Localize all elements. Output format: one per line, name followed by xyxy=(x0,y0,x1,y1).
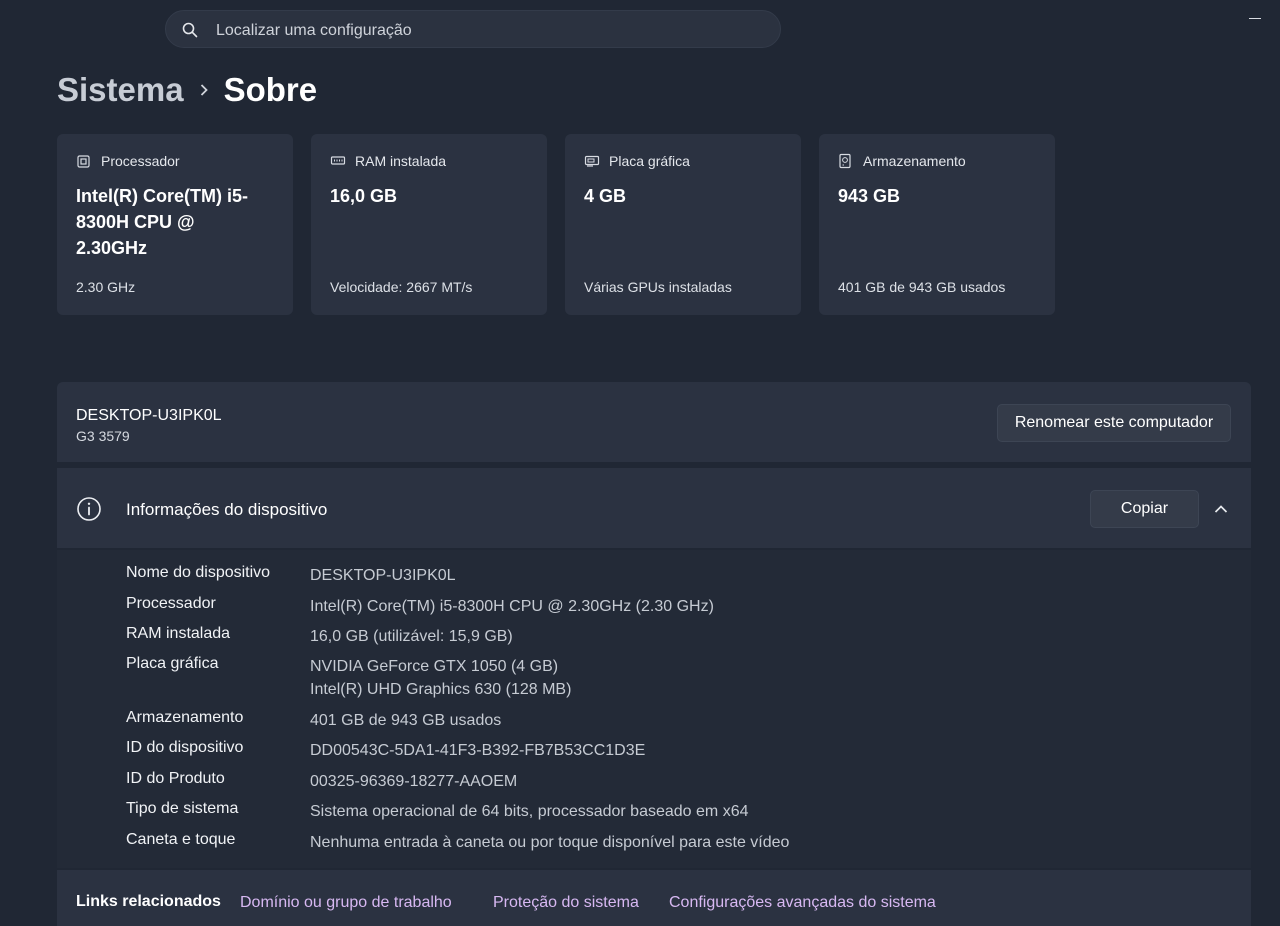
link-system-protection[interactable]: Proteção do sistema xyxy=(493,894,639,912)
detail-label: Processador xyxy=(126,595,216,612)
detail-value[interactable]: NVIDIA GeForce GTX 1050 (4 GB) xyxy=(310,655,1210,678)
graphics-card-icon xyxy=(584,152,602,170)
page-title: Sobre xyxy=(223,71,318,108)
detail-label: Nome do dispositivo xyxy=(126,564,271,581)
related-links-bar: Links relacionados Domínio ou grupo de t… xyxy=(57,870,1251,926)
link-advanced-system-settings[interactable]: Configurações avançadas do sistema xyxy=(669,894,936,912)
settings-window: Sistema Sobre Processador Intel(R) Core(… xyxy=(0,0,1280,926)
detail-value[interactable]: DD00543C-5DA1-41F3-B392-FB7B53CC1D3E xyxy=(310,739,1210,762)
detail-value[interactable]: 401 GB de 943 GB usados xyxy=(310,709,1210,732)
detail-label: ID do dispositivo xyxy=(126,739,244,756)
computer-name-row: DESKTOP-U3IPK0L G3 3579 Renomear este co… xyxy=(57,382,1251,462)
detail-value[interactable]: Intel(R) Core(TM) i5-8300H CPU @ 2.30GHz… xyxy=(310,595,1210,618)
spec-sub: 2.30 GHz xyxy=(76,279,136,295)
ram-icon xyxy=(330,152,348,170)
rename-computer-button[interactable]: Renomear este computador xyxy=(997,404,1231,442)
search-icon xyxy=(182,22,198,38)
detail-value[interactable]: DESKTOP-U3IPK0L xyxy=(310,564,1210,587)
spec-title: Armazenamento xyxy=(863,153,966,169)
spec-sub: 401 GB de 943 GB usados xyxy=(838,279,1006,295)
computer-model: G3 3579 xyxy=(76,428,130,444)
device-info-header[interactable]: Informações do dispositivo Copiar xyxy=(57,468,1251,548)
detail-value[interactable]: Intel(R) UHD Graphics 630 (128 MB) xyxy=(310,678,1210,701)
related-links-label: Links relacionados xyxy=(76,893,221,910)
search-input[interactable] xyxy=(214,19,738,43)
spec-card-ram: RAM instalada 16,0 GB Velocidade: 2667 M… xyxy=(311,134,547,315)
breadcrumb: Sistema Sobre xyxy=(57,70,317,110)
copy-button[interactable]: Copiar xyxy=(1090,490,1199,528)
detail-value[interactable]: Nenhuma entrada à caneta ou por toque di… xyxy=(310,831,1210,854)
detail-value[interactable]: Sistema operacional de 64 bits, processa… xyxy=(310,800,1210,823)
spec-value: 943 GB xyxy=(838,186,901,206)
spec-card-processor: Processador Intel(R) Core(TM) i5-8300H C… xyxy=(57,134,293,315)
spec-card-storage: Armazenamento 943 GB 401 GB de 943 GB us… xyxy=(819,134,1055,315)
minimize-button[interactable] xyxy=(1249,18,1261,19)
detail-label: RAM instalada xyxy=(126,625,231,642)
detail-label: Caneta e toque xyxy=(126,831,236,848)
detail-value[interactable]: 16,0 GB (utilizável: 15,9 GB) xyxy=(310,625,1210,648)
chevron-right-icon xyxy=(184,70,224,110)
spec-card-graphics: Placa gráfica 4 GB Várias GPUs instalada… xyxy=(565,134,801,315)
spec-value: Intel(R) Core(TM) i5-8300H CPU @ 2.30GHz xyxy=(76,186,248,258)
detail-value[interactable]: 00325-96369-18277-AAOEM xyxy=(310,770,1210,793)
device-info-title: Informações do dispositivo xyxy=(126,500,328,519)
spec-value: 4 GB xyxy=(584,186,627,206)
device-info-details: Nome do dispositivo DESKTOP-U3IPK0L Proc… xyxy=(57,550,1251,868)
breadcrumb-parent[interactable]: Sistema xyxy=(57,71,184,109)
processor-icon xyxy=(76,152,94,170)
spec-sub: Velocidade: 2667 MT/s xyxy=(330,279,473,295)
storage-icon xyxy=(838,152,856,170)
link-domain-workgroup[interactable]: Domínio ou grupo de trabalho xyxy=(240,894,452,912)
spec-title: Placa gráfica xyxy=(609,153,690,169)
spec-value: 16,0 GB xyxy=(330,186,398,206)
computer-name: DESKTOP-U3IPK0L xyxy=(76,407,222,424)
spec-title: Processador xyxy=(101,153,180,169)
chevron-up-icon[interactable] xyxy=(1207,496,1235,522)
search-box[interactable] xyxy=(165,10,781,48)
detail-label: Placa gráfica xyxy=(126,655,219,672)
detail-label: Armazenamento xyxy=(126,709,244,726)
detail-label: Tipo de sistema xyxy=(126,800,239,817)
spec-sub: Várias GPUs instaladas xyxy=(584,279,732,295)
spec-title: RAM instalada xyxy=(355,153,447,169)
info-icon xyxy=(77,497,101,521)
detail-label: ID do Produto xyxy=(126,770,225,787)
